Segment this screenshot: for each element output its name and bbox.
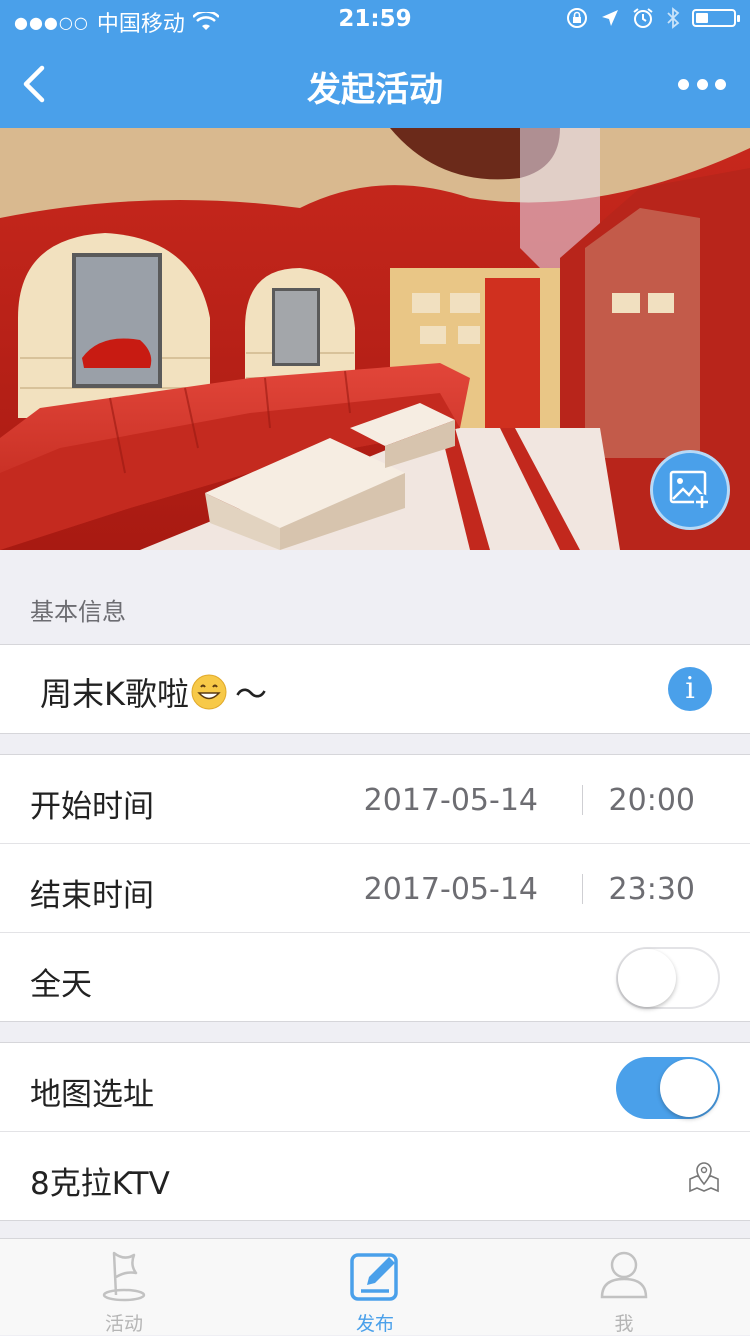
start-date-value[interactable]: 2017-05-14 [364, 783, 538, 818]
page-title: 发起活动 [307, 70, 443, 110]
bluetooth-icon [667, 7, 680, 29]
tab-bar: 活动 发布 我 [0, 1238, 750, 1335]
status-bar: ●●●○○ 中国移动 21:59 [0, 0, 750, 40]
end-time-label: 结束时间 [30, 878, 154, 914]
more-dot [678, 78, 689, 90]
tab-label: 发布 [355, 1313, 394, 1335]
start-time-row[interactable]: 开始时间 2017-05-14 20:00 [0, 755, 750, 843]
all-day-label: 全天 [30, 967, 92, 1003]
ktv-room-image [0, 128, 750, 550]
divider [582, 874, 583, 904]
more-dot [696, 78, 708, 90]
end-time-row[interactable]: 结束时间 2017-05-14 23:30 [0, 843, 750, 932]
location-group: 地图选址 8克拉KTV [0, 1042, 750, 1221]
map-pin-icon[interactable] [688, 1159, 720, 1193]
user-icon [600, 1251, 648, 1299]
add-image-icon [669, 470, 710, 510]
end-time-value[interactable]: 23:30 [609, 872, 695, 907]
activity-title-field[interactable]: 周末K歌啦 ～ [40, 669, 267, 715]
title-group: 周末K歌啦 ～ i [0, 644, 750, 734]
all-day-toggle[interactable] [616, 947, 720, 1009]
cover-photo[interactable] [0, 128, 750, 550]
tab-activities[interactable]: 活动 [64, 1247, 184, 1336]
divider [582, 785, 583, 815]
title-row[interactable]: 周末K歌啦 ～ i [0, 645, 750, 733]
edit-icon [350, 1253, 398, 1301]
location-row[interactable]: 8克拉KTV [0, 1131, 750, 1220]
tab-me[interactable]: 我 [564, 1247, 684, 1336]
title-suffix: ～ [235, 675, 268, 713]
tab-label: 活动 [104, 1313, 143, 1335]
more-dot [715, 78, 726, 90]
flag-icon [102, 1251, 146, 1302]
toggle-knob [660, 1059, 718, 1117]
location-name: 8克拉KTV [30, 1166, 170, 1202]
more-button[interactable] [678, 70, 726, 98]
rotation-lock-icon [567, 8, 587, 28]
start-time-label: 开始时间 [30, 789, 154, 825]
location-arrow-icon [602, 10, 618, 26]
alarm-icon [633, 8, 653, 28]
map-select-row: 地图选址 [0, 1043, 750, 1131]
section-label: 基本信息 [30, 598, 126, 626]
status-right [566, 7, 740, 29]
tab-label: 我 [614, 1313, 634, 1335]
activity-title: 周末K歌啦 [40, 675, 189, 713]
nav-bar: 发起活动 [0, 40, 750, 128]
battery-icon [692, 9, 740, 27]
all-day-row: 全天 [0, 932, 750, 1021]
start-time-value[interactable]: 20:00 [609, 783, 695, 818]
add-photo-button[interactable] [650, 450, 730, 530]
map-select-toggle[interactable] [616, 1057, 720, 1119]
end-date-value[interactable]: 2017-05-14 [364, 872, 538, 907]
grinning-face-icon [191, 674, 227, 710]
toggle-knob [618, 949, 676, 1007]
time-group: 开始时间 2017-05-14 20:00 结束时间 2017-05-14 23… [0, 754, 750, 1022]
map-select-label: 地图选址 [30, 1077, 154, 1113]
tab-publish[interactable]: 发布 [315, 1247, 435, 1336]
info-icon[interactable]: i [668, 667, 712, 711]
